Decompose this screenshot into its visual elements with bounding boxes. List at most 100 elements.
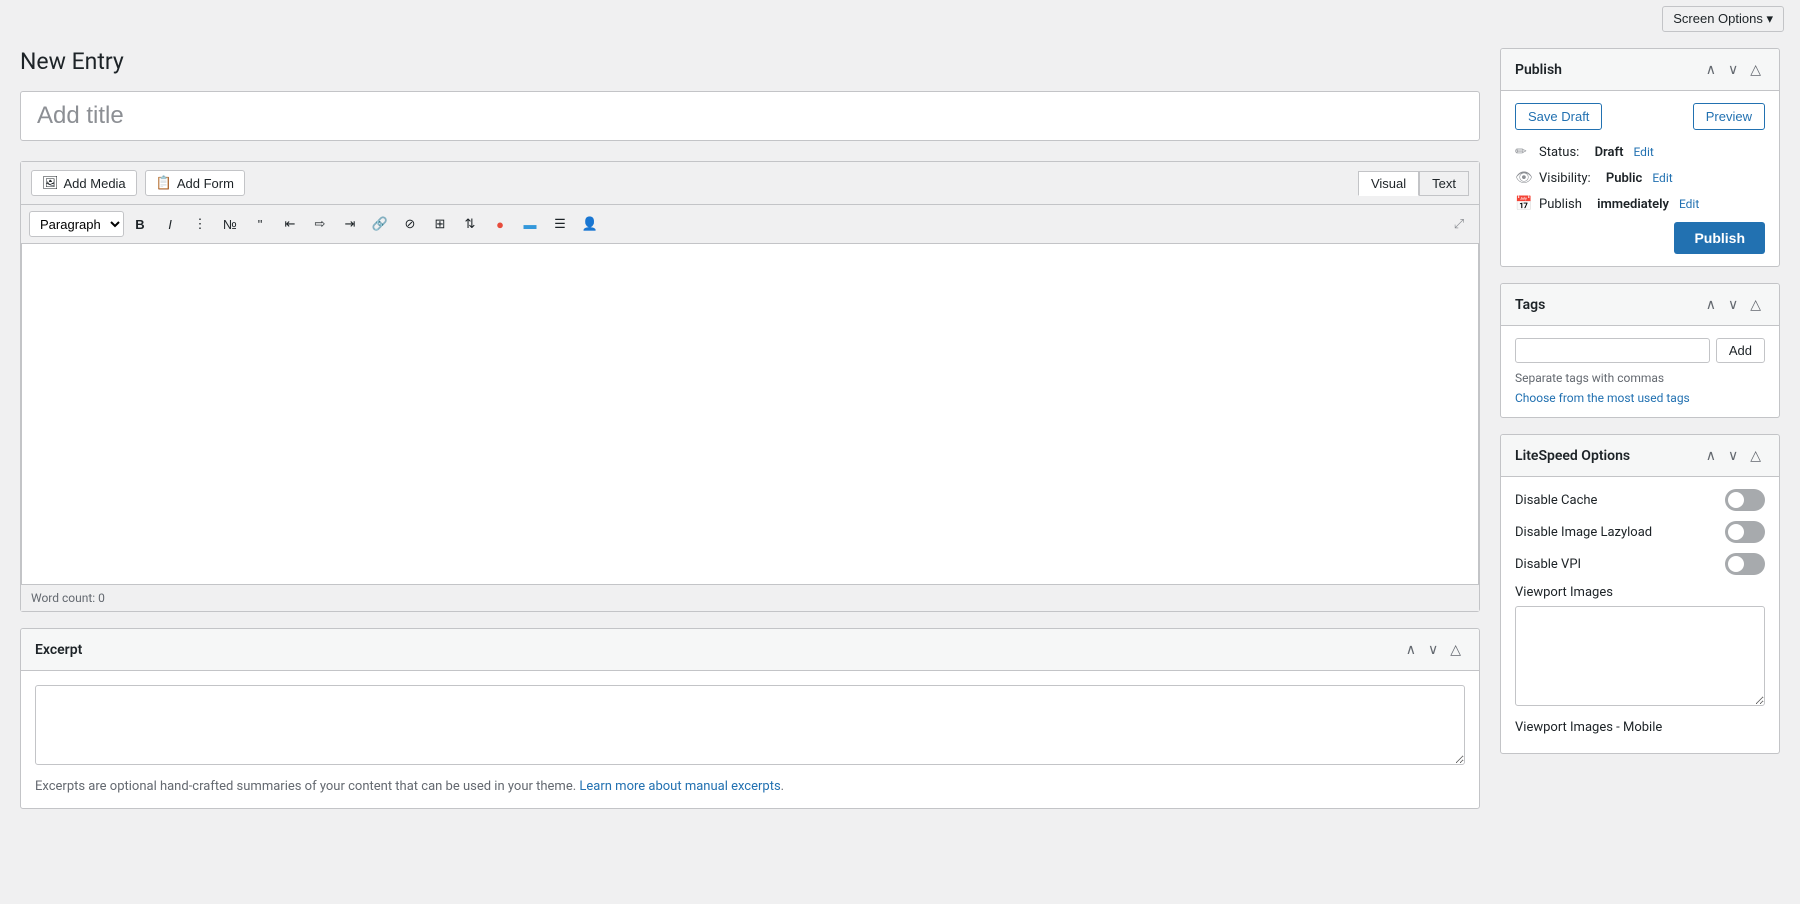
disable-cache-toggle[interactable] <box>1725 489 1765 511</box>
visibility-edit-link[interactable]: Edit <box>1652 171 1672 185</box>
paragraph-select[interactable]: Paragraph <box>29 211 124 237</box>
tags-most-used-link[interactable]: Choose from the most used tags <box>1515 391 1765 405</box>
tab-visual[interactable]: Visual <box>1358 171 1419 196</box>
status-value: Draft <box>1595 145 1624 160</box>
editor-box: 🖼 Add Media 📋 Add Form Visual Text Parag… <box>20 161 1480 612</box>
excerpt-down-button[interactable]: ∨ <box>1424 639 1442 660</box>
draft-actions: Save Draft Preview <box>1515 103 1765 130</box>
publish-down-button[interactable]: ∨ <box>1724 59 1742 80</box>
align-left-button[interactable]: ⇤ <box>276 211 304 237</box>
link-button[interactable]: 🔗 <box>366 211 394 237</box>
publish-controls: ∧ ∨ △ <box>1702 59 1765 80</box>
tags-collapse-button[interactable]: △ <box>1746 294 1765 315</box>
add-media-button[interactable]: 🖼 Add Media <box>31 170 137 196</box>
viewport-images-textarea[interactable] <box>1515 606 1765 706</box>
tags-input-row: Add <box>1515 338 1765 363</box>
tags-controls: ∧ ∨ △ <box>1702 294 1765 315</box>
litespeed-down-button[interactable]: ∨ <box>1724 445 1742 466</box>
page-title: New Entry <box>20 48 1480 75</box>
disable-vpi-toggle[interactable] <box>1725 553 1765 575</box>
italic-button[interactable]: I <box>156 211 184 237</box>
publish-time-row: 📅 Publish immediately Edit <box>1515 196 1765 212</box>
excerpt-textarea[interactable] <box>35 685 1465 765</box>
tags-up-button[interactable]: ∧ <box>1702 294 1720 315</box>
extra-btn-2[interactable]: ● <box>486 211 514 237</box>
save-draft-button[interactable]: Save Draft <box>1515 103 1602 130</box>
add-form-button[interactable]: 📋 Add Form <box>145 170 245 196</box>
blockquote-button[interactable]: " <box>246 211 274 237</box>
extra-btn-4[interactable]: ☰ <box>546 211 574 237</box>
insert-table-button[interactable]: ⊞ <box>426 211 454 237</box>
disable-vpi-slider <box>1725 553 1765 575</box>
add-tag-button[interactable]: Add <box>1716 338 1765 363</box>
tags-header: Tags ∧ ∨ △ <box>1501 284 1779 326</box>
excerpt-up-button[interactable]: ∧ <box>1402 639 1420 660</box>
screen-options-button[interactable]: Screen Options ▾ <box>1662 6 1784 32</box>
publish-up-button[interactable]: ∧ <box>1702 59 1720 80</box>
disable-image-lazyload-row: Disable Image Lazyload <box>1515 521 1765 543</box>
viewport-images-section: Viewport Images <box>1515 585 1765 720</box>
media-bar: 🖼 Add Media 📋 Add Form Visual Text <box>21 162 1479 205</box>
publish-collapse-button[interactable]: △ <box>1746 59 1765 80</box>
status-label: Status: <box>1539 145 1579 160</box>
excerpt-learn-more-link[interactable]: Learn more about manual excerpts <box>579 779 780 794</box>
excerpt-header: Excerpt ∧ ∨ △ <box>21 629 1479 671</box>
litespeed-up-button[interactable]: ∧ <box>1702 445 1720 466</box>
extra-btn-5[interactable]: 👤 <box>576 211 604 237</box>
numbered-list-button[interactable]: № <box>216 211 244 237</box>
viewport-images-label: Viewport Images <box>1515 585 1765 600</box>
tags-box: Tags ∧ ∨ △ Add Separate tags with commas… <box>1500 283 1780 418</box>
post-title-input[interactable] <box>20 91 1480 141</box>
excerpt-section: Excerpt ∧ ∨ △ Excerpts are optional hand… <box>20 628 1480 809</box>
calendar-icon: 📅 <box>1515 196 1533 212</box>
publish-box: Publish ∧ ∨ △ Save Draft Preview ✏ Statu… <box>1500 48 1780 267</box>
visibility-row: 👁 Visibility: Public Edit <box>1515 170 1765 186</box>
publish-time-edit-link[interactable]: Edit <box>1679 197 1699 211</box>
align-right-button[interactable]: ⇥ <box>336 211 364 237</box>
publish-time-label: Publish <box>1539 197 1582 212</box>
disable-vpi-label: Disable VPI <box>1515 557 1725 572</box>
viewport-images-mobile-label: Viewport Images - Mobile <box>1515 720 1765 735</box>
sidebar: Publish ∧ ∨ △ Save Draft Preview ✏ Statu… <box>1500 48 1780 809</box>
editor-textarea[interactable] <box>21 244 1479 584</box>
unlink-button[interactable]: ⊘ <box>396 211 424 237</box>
publish-header: Publish ∧ ∨ △ <box>1501 49 1779 91</box>
publish-button[interactable]: Publish <box>1674 222 1765 254</box>
tags-body: Add Separate tags with commas Choose fro… <box>1501 326 1779 417</box>
visibility-icon: 👁 <box>1515 170 1533 186</box>
tags-input[interactable] <box>1515 338 1710 363</box>
disable-image-lazyload-toggle[interactable] <box>1725 521 1765 543</box>
align-center-button[interactable]: ⇨ <box>306 211 334 237</box>
word-count-label: Word count: 0 <box>31 591 105 605</box>
status-edit-link[interactable]: Edit <box>1633 145 1653 159</box>
status-icon: ✏ <box>1515 144 1533 160</box>
disable-image-lazyload-label: Disable Image Lazyload <box>1515 525 1725 540</box>
preview-button[interactable]: Preview <box>1693 103 1765 130</box>
excerpt-note: Excerpts are optional hand-crafted summa… <box>35 779 1465 794</box>
add-media-label: Add Media <box>64 176 126 191</box>
status-row: ✏ Status: Draft Edit <box>1515 144 1765 160</box>
litespeed-controls: ∧ ∨ △ <box>1702 445 1765 466</box>
extra-btn-1[interactable]: ⇅ <box>456 211 484 237</box>
word-count-bar: Word count: 0 <box>21 584 1479 611</box>
bold-button[interactable]: B <box>126 211 154 237</box>
disable-vpi-row: Disable VPI <box>1515 553 1765 575</box>
tab-text[interactable]: Text <box>1419 171 1469 196</box>
publish-time-value: immediately <box>1597 197 1669 212</box>
litespeed-box: LiteSpeed Options ∧ ∨ △ Disable Cache Di… <box>1500 434 1780 754</box>
add-form-label: Add Form <box>177 176 234 191</box>
viewport-images-mobile-section: Viewport Images - Mobile <box>1515 720 1765 735</box>
tags-down-button[interactable]: ∨ <box>1724 294 1742 315</box>
visibility-value: Public <box>1606 171 1642 186</box>
disable-cache-row: Disable Cache <box>1515 489 1765 511</box>
litespeed-header: LiteSpeed Options ∧ ∨ △ <box>1501 435 1779 477</box>
excerpt-collapse-button[interactable]: △ <box>1446 639 1465 660</box>
editor-tabs: Visual Text <box>1358 171 1469 196</box>
add-media-icon: 🖼 <box>42 175 59 191</box>
extra-btn-3[interactable]: ▬ <box>516 211 544 237</box>
litespeed-collapse-button[interactable]: △ <box>1746 445 1765 466</box>
fullscreen-button[interactable]: ⤢ <box>1447 212 1471 236</box>
bullet-list-button[interactable]: ⋮ <box>186 211 214 237</box>
disable-cache-label: Disable Cache <box>1515 493 1725 508</box>
excerpt-body: Excerpts are optional hand-crafted summa… <box>21 671 1479 808</box>
